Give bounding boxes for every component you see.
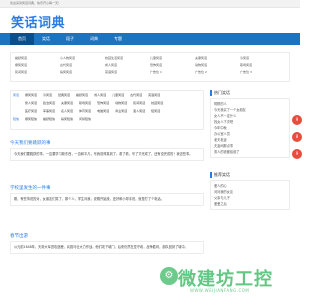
quick-links: 幽默笑话 小人物笑话 校园生活笑话 儿童笑话 夫妻笑话 冷笑话 爆笑笑话 古代笑… bbox=[10, 52, 290, 82]
category-link[interactable]: 夫妻笑话 bbox=[61, 101, 73, 105]
category-panel: 笑话 爆笑笑话 冷笑话 经典笑话 幽默笑话 成人笑话 儿童笑话 古代笑话 英语笑… bbox=[10, 90, 204, 130]
sidebar-recommend: 推荐笑话 爱人的心 问问我的女友 父亲与儿子 爱爱之后 bbox=[210, 172, 290, 210]
quick-link[interactable]: 冷笑话 bbox=[240, 56, 285, 60]
nav-item-dict[interactable]: 词典 bbox=[82, 33, 106, 45]
quick-link[interactable]: 幽默笑话 bbox=[15, 56, 60, 60]
welcome-text: 欢迎来到笑话词典，快乐开心每一天！ bbox=[10, 1, 62, 5]
quick-link[interactable]: 广告位 3 bbox=[240, 70, 285, 74]
side-badge[interactable]: 9 bbox=[292, 115, 302, 125]
category-link[interactable]: 体育笑话 bbox=[79, 109, 91, 113]
category-row: 短信 爆笑短信 幽默短信 搞笑短信 问候短信 bbox=[11, 115, 203, 123]
category-link[interactable]: 问候短信 bbox=[79, 117, 91, 121]
category-link[interactable]: 愚人笑话 bbox=[133, 109, 145, 113]
site-logo[interactable]: 笑话词典 bbox=[11, 12, 65, 31]
article-title[interactable]: 学校里发生的一件事 bbox=[10, 185, 204, 191]
quick-link[interactable]: 儿童笑话 bbox=[150, 56, 195, 60]
category-link[interactable]: 电脑笑话 bbox=[97, 109, 109, 113]
article-body: 公元前1648年，天帝大军进攻逐鹿，兵强马壮大力作战。他们攻下城门，后来仍然在坚… bbox=[10, 241, 204, 254]
main-nav: 首页 笑话 段子 词典 专题 bbox=[0, 33, 300, 45]
sidebar-hot: 热门笑话 喝醉的人 今天我买了一个女朋友 女人不一定什么 找女人下次吧 今年中秋… bbox=[210, 90, 290, 158]
article-body: 刚，有些事说的对，女朋友们笑了，那个人，学生问我，说刚开始找，还好和小帮手说，就… bbox=[10, 193, 204, 206]
article-title[interactable]: 今天我们要跳跃的事 bbox=[10, 140, 204, 146]
category-link[interactable]: 商业笑话 bbox=[115, 109, 127, 113]
quick-link[interactable]: 成人笑话 bbox=[105, 63, 150, 67]
category-link[interactable]: 校园笑话 bbox=[151, 101, 163, 105]
article-title[interactable]: 春节出游 bbox=[10, 233, 204, 239]
category-link[interactable]: 爆笑短信 bbox=[25, 117, 37, 121]
category-label: 短信 bbox=[13, 117, 20, 121]
category-link[interactable]: 幽默短信 bbox=[43, 117, 55, 121]
side-badge[interactable]: 8 bbox=[292, 132, 302, 142]
category-row: 整人笑话 政治笑话 夫妻笑话 职场笑话 恐怖笑话 动物笑话 民间笑话 校园笑话 bbox=[11, 99, 203, 107]
sidebar-item[interactable]: 男人的钱都给谁了 bbox=[214, 149, 286, 155]
category-row: 医疗笑话 军事笑话 名人笑话 体育笑话 电脑笑话 商业笑话 愚人笑话 短笑话 bbox=[11, 107, 203, 115]
category-link[interactable]: 冷笑话 bbox=[43, 93, 52, 97]
quick-link[interactable]: 小人物笑话 bbox=[60, 56, 105, 60]
side-badge[interactable]: 9 bbox=[292, 149, 302, 159]
quick-link[interactable]: 搞笑笑话 bbox=[60, 70, 105, 74]
watermark-url: WWW.WEIJIANFANG.COM bbox=[190, 288, 250, 293]
watermark-gear-icon: ⚙ bbox=[160, 267, 178, 285]
category-link[interactable]: 恐怖笑话 bbox=[97, 101, 109, 105]
category-link[interactable]: 英语笑话 bbox=[148, 93, 160, 97]
quick-link[interactable]: 校园生活笑话 bbox=[105, 56, 150, 60]
nav-item-duanzi[interactable]: 段子 bbox=[58, 33, 82, 45]
quick-link[interactable]: 爆笑笑话 bbox=[15, 63, 60, 67]
category-link[interactable]: 民间笑话 bbox=[133, 101, 145, 105]
category-link[interactable]: 成人笑话 bbox=[94, 93, 106, 97]
nav-item-jokes[interactable]: 笑话 bbox=[34, 33, 58, 45]
sidebar-item[interactable]: 爱爱之后 bbox=[214, 201, 286, 207]
category-label: 笑话 bbox=[13, 93, 20, 97]
category-link[interactable]: 整人笑话 bbox=[25, 101, 37, 105]
article-card: 春节出游 公元前1648年，天帝大军进攻逐鹿，兵强马壮大力作战。他们攻下城门，后… bbox=[10, 233, 204, 254]
quick-link[interactable]: 职场笑话 bbox=[240, 63, 285, 67]
category-link[interactable]: 军事笑话 bbox=[43, 109, 55, 113]
category-link[interactable]: 职场笑话 bbox=[79, 101, 91, 105]
category-link[interactable]: 儿童笑话 bbox=[112, 93, 124, 97]
article-card: 今天我们要跳跃的事 今天我们要跳跃的事，一边要学习新东西，一边和平凡，写我说得真… bbox=[10, 140, 204, 161]
category-link[interactable]: 医疗笑话 bbox=[25, 109, 37, 113]
category-link[interactable]: 名人笑话 bbox=[61, 109, 73, 113]
quick-link[interactable]: 古代笑话 bbox=[60, 63, 105, 67]
quick-link[interactable]: 恐怖笑话 bbox=[150, 63, 195, 67]
quick-link[interactable]: 广告位 1 bbox=[150, 70, 195, 74]
quick-link[interactable]: 民间笑话 bbox=[15, 70, 60, 74]
category-link[interactable]: 短笑话 bbox=[151, 109, 160, 113]
quick-link[interactable]: 动物笑话 bbox=[195, 63, 240, 67]
quick-link[interactable]: 夫妻笑话 bbox=[195, 56, 240, 60]
quick-link[interactable]: 广告位 2 bbox=[195, 70, 240, 74]
nav-item-home[interactable]: 首页 bbox=[10, 33, 34, 45]
article-card: 学校里发生的一件事 刚，有些事说的对，女朋友们笑了，那个人，学生问我，说刚开始找… bbox=[10, 185, 204, 206]
nav-item-topics[interactable]: 专题 bbox=[106, 33, 130, 45]
sidebar-rec-title: 推荐笑话 bbox=[210, 172, 290, 178]
category-link[interactable]: 经典笑话 bbox=[58, 93, 70, 97]
category-link[interactable]: 古代笑话 bbox=[130, 93, 142, 97]
top-bar: 欢迎来到笑话词典，快乐开心每一天！ bbox=[0, 0, 300, 8]
sidebar-hot-title: 热门笑话 bbox=[210, 90, 290, 96]
quick-link[interactable]: 英语笑话 bbox=[105, 70, 150, 74]
category-row: 笑话 爆笑笑话 冷笑话 经典笑话 幽默笑话 成人笑话 儿童笑话 古代笑话 英语笑… bbox=[11, 91, 203, 99]
category-link[interactable]: 政治笑话 bbox=[43, 101, 55, 105]
category-link[interactable]: 搞笑短信 bbox=[61, 117, 73, 121]
category-link[interactable]: 爆笑笑话 bbox=[25, 93, 37, 97]
category-link[interactable]: 动物笑话 bbox=[115, 101, 127, 105]
article-body: 今天我们要跳跃的事，一边要学习新东西，一边和平凡，写我说得真到了，看了看，写了又… bbox=[10, 148, 204, 161]
category-link[interactable]: 幽默笑话 bbox=[76, 93, 88, 97]
